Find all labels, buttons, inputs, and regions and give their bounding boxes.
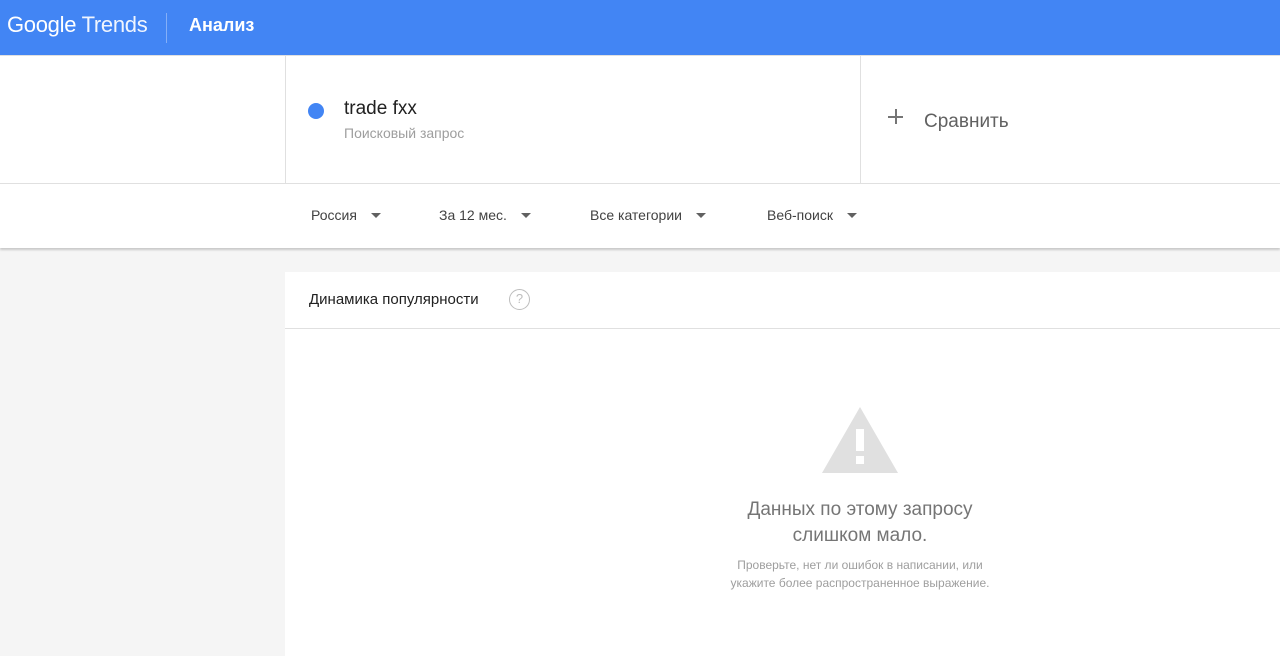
plus-icon [888, 109, 903, 124]
search-type-dropdown[interactable]: Веб-поиск [767, 207, 857, 223]
category-dropdown[interactable]: Все категории [590, 207, 706, 223]
empty-state-subtitle: Проверьте, нет ли ошибок в написании, ил… [660, 556, 1060, 592]
compare-label: Сравнить [924, 111, 1009, 132]
card-title: Динамика популярности [309, 291, 479, 308]
dropdown-arrow-icon [846, 212, 857, 218]
empty-sub-line-1: Проверьте, нет ли ошибок в написании, ил… [737, 558, 983, 572]
dropdown-arrow-icon [520, 212, 531, 218]
header-divider [166, 13, 167, 43]
region-label: Россия [311, 207, 357, 223]
empty-sub-line-2: укажите более распространенное выражение… [730, 576, 990, 590]
empty-title-line-2: слишком мало. [792, 525, 928, 546]
app-header: Google Trends Анализ [0, 0, 1280, 55]
help-icon[interactable]: ? [509, 289, 530, 310]
compare-button[interactable]: Сравнить [861, 56, 1280, 184]
empty-title-line-1: Данных по этому запросу [747, 499, 973, 520]
search-term-card[interactable]: trade fxx Поисковый запрос [285, 56, 861, 184]
dropdown-arrow-icon [695, 212, 706, 218]
period-dropdown[interactable]: За 12 мес. [439, 207, 531, 223]
search-term-type: Поисковый запрос [344, 125, 465, 141]
page-title: Анализ [189, 15, 255, 35]
search-type-label: Веб-поиск [767, 207, 833, 223]
dropdown-arrow-icon [370, 212, 381, 218]
empty-state-title: Данных по этому запросу слишком мало. [660, 497, 1060, 549]
search-term-name[interactable]: trade fxx [344, 98, 417, 120]
region-dropdown[interactable]: Россия [311, 207, 381, 223]
period-label: За 12 мес. [439, 207, 507, 223]
interest-over-time-card: Динамика популярности ? Данных по этому … [285, 272, 1280, 656]
filter-bar: Россия За 12 мес. Все категории Веб-поис… [0, 184, 1280, 248]
card-header: Динамика популярности ? [285, 272, 1280, 329]
category-label: Все категории [590, 207, 682, 223]
query-bar: trade fxx Поисковый запрос Сравнить [0, 55, 1280, 184]
google-trends-logo[interactable]: Google Trends [7, 12, 148, 38]
logo-google-text: Google [7, 12, 77, 37]
logo-trends-text: Trends [81, 12, 148, 37]
term-color-dot [308, 103, 324, 119]
warning-icon [822, 407, 898, 473]
